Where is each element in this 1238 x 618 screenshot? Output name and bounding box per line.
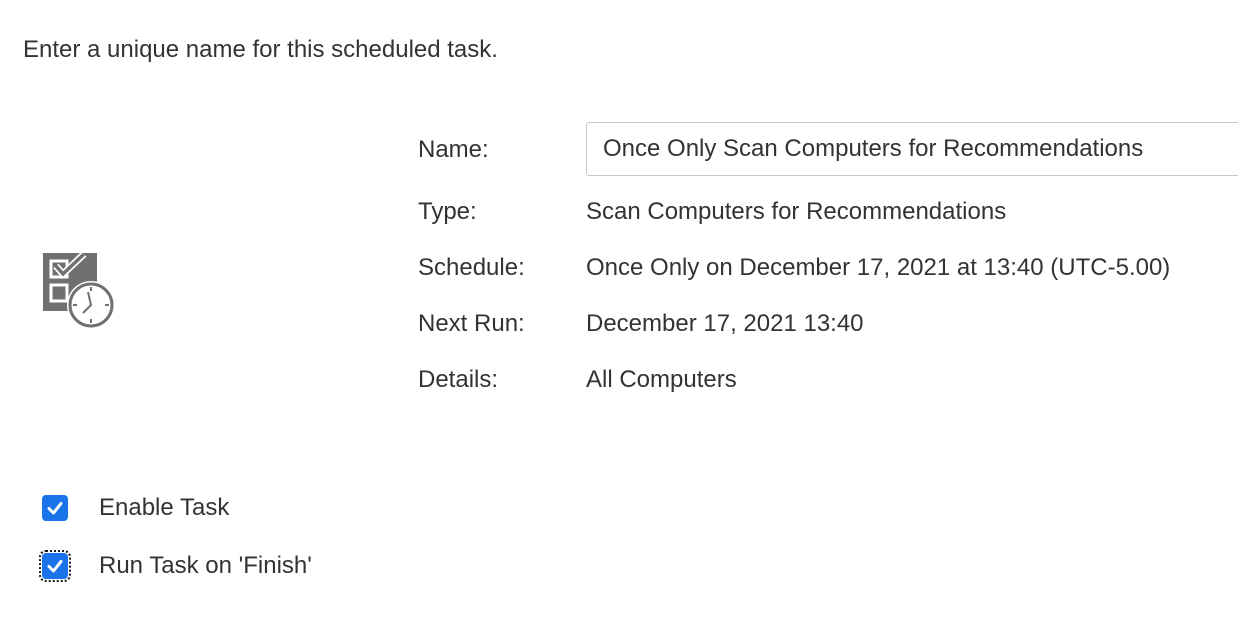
- run-on-finish-checkbox[interactable]: [39, 550, 71, 582]
- run-on-finish-label[interactable]: Run Task on 'Finish': [99, 552, 312, 580]
- details-label: Details:: [418, 366, 499, 393]
- run-on-finish-option[interactable]: Run Task on 'Finish': [39, 550, 312, 582]
- schedule-value: Once Only on December 17, 2021 at 13:40 …: [586, 254, 1171, 281]
- checkmark-icon: [47, 560, 63, 573]
- enable-task-option[interactable]: Enable Task: [42, 493, 229, 523]
- details-value: All Computers: [586, 366, 737, 393]
- type-label: Type:: [418, 198, 477, 225]
- enable-task-checkbox[interactable]: [42, 495, 68, 521]
- name-label: Name:: [418, 136, 489, 163]
- scheduled-task-name-page: Enter a unique name for this scheduled t…: [0, 0, 1238, 618]
- task-name-input[interactable]: [586, 122, 1238, 176]
- scheduled-task-icon: [42, 251, 118, 332]
- type-value: Scan Computers for Recommendations: [586, 198, 1007, 225]
- next-run-label: Next Run:: [418, 310, 525, 337]
- checkmark-icon: [47, 502, 63, 515]
- enable-task-label[interactable]: Enable Task: [99, 494, 229, 522]
- schedule-label: Schedule:: [418, 254, 525, 281]
- instruction-text: Enter a unique name for this scheduled t…: [23, 36, 498, 63]
- next-run-value: December 17, 2021 13:40: [586, 310, 864, 337]
